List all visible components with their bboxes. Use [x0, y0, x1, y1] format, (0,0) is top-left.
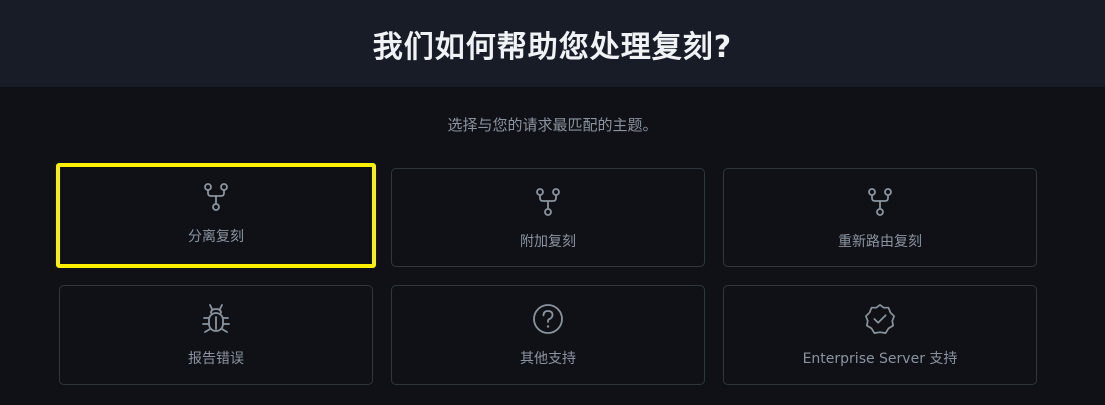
page-header: 我们如何帮助您处理复刻? [0, 0, 1105, 87]
page-subtitle: 选择与您的请求最匹配的主题。 [447, 116, 658, 134]
topic-card-report-bug[interactable]: 报告错误 [59, 285, 373, 385]
page: 我们如何帮助您处理复刻? 选择与您的请求最匹配的主题。 分离复刻 附加复刻 重新… [0, 0, 1105, 405]
topic-card-label: Enterprise Server 支持 [802, 351, 958, 367]
repo-forked-icon [200, 180, 232, 214]
topic-card-detach-fork[interactable]: 分离复刻 [56, 163, 376, 268]
topic-card-label: 报告错误 [188, 351, 244, 367]
topic-card-label: 分离复刻 [188, 229, 244, 245]
topic-card-label: 附加复刻 [520, 234, 576, 250]
verified-badge-icon [864, 302, 896, 336]
repo-forked-icon [864, 185, 896, 219]
topic-card-label: 重新路由复刻 [838, 234, 922, 250]
repo-forked-icon [532, 185, 564, 219]
topic-card-attach-fork[interactable]: 附加复刻 [391, 168, 705, 267]
topic-card-other-support[interactable]: 其他支持 [391, 285, 705, 385]
bug-icon [200, 302, 232, 336]
question-icon [532, 302, 564, 336]
topic-card-reroute-fork[interactable]: 重新路由复刻 [723, 168, 1037, 267]
topic-card-label: 其他支持 [520, 351, 576, 367]
topic-card-enterprise-server-support[interactable]: Enterprise Server 支持 [723, 285, 1037, 385]
page-title: 我们如何帮助您处理复刻? [372, 29, 733, 65]
